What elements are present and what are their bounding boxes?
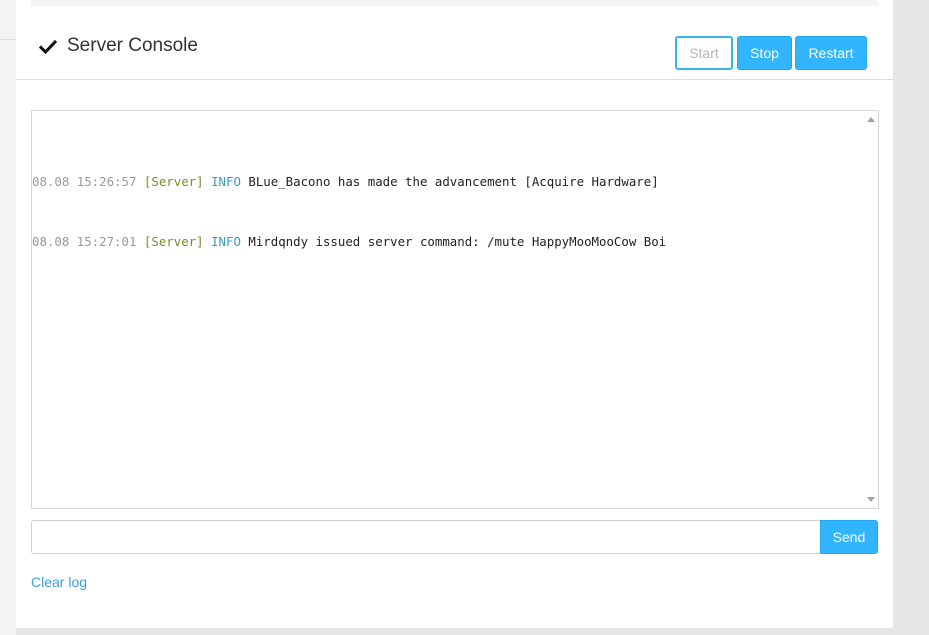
log-source: [Server]: [143, 234, 204, 249]
command-input[interactable]: [31, 520, 821, 554]
log-line: 08.08 15:26:57 [Server] INFO BLue_Bacono…: [32, 172, 862, 192]
log-timestamp: 08.08 15:27:01: [32, 234, 137, 249]
console-header: Server Console Start Stop Restart: [16, 24, 893, 80]
clear-log-link[interactable]: Clear log: [31, 574, 87, 590]
stop-button[interactable]: Stop: [737, 36, 792, 70]
page-title: Server Console: [67, 35, 198, 56]
scroll-up-arrow-icon[interactable]: [867, 117, 875, 122]
server-console-panel: Server Console Start Stop Restart 08.08 …: [16, 0, 893, 628]
console-lines: 08.08 15:26:57 [Server] INFO BLue_Bacono…: [32, 132, 862, 292]
log-message: Mirdqndy issued server command: /mute Ha…: [248, 234, 667, 249]
log-line: 08.08 15:27:01 [Server] INFO Mirdqndy is…: [32, 232, 862, 252]
scroll-down-arrow-icon[interactable]: [867, 497, 875, 502]
log-timestamp: 08.08 15:26:57: [32, 174, 137, 189]
restart-button[interactable]: Restart: [795, 36, 867, 70]
left-sidebar-strip: [0, 0, 16, 635]
start-button[interactable]: Start: [675, 36, 733, 70]
top-panel-edge: [31, 0, 878, 6]
sidebar-divider: [0, 39, 16, 40]
log-message: BLue_Bacono has made the advancement [Ac…: [248, 174, 659, 189]
console-scrollbar[interactable]: [864, 111, 878, 508]
checkmark-icon: [39, 39, 57, 55]
log-level: INFO: [211, 174, 241, 189]
log-source: [Server]: [143, 174, 204, 189]
send-button[interactable]: Send: [820, 520, 878, 554]
log-level: INFO: [211, 234, 241, 249]
console-log[interactable]: 08.08 15:26:57 [Server] INFO BLue_Bacono…: [31, 110, 879, 509]
